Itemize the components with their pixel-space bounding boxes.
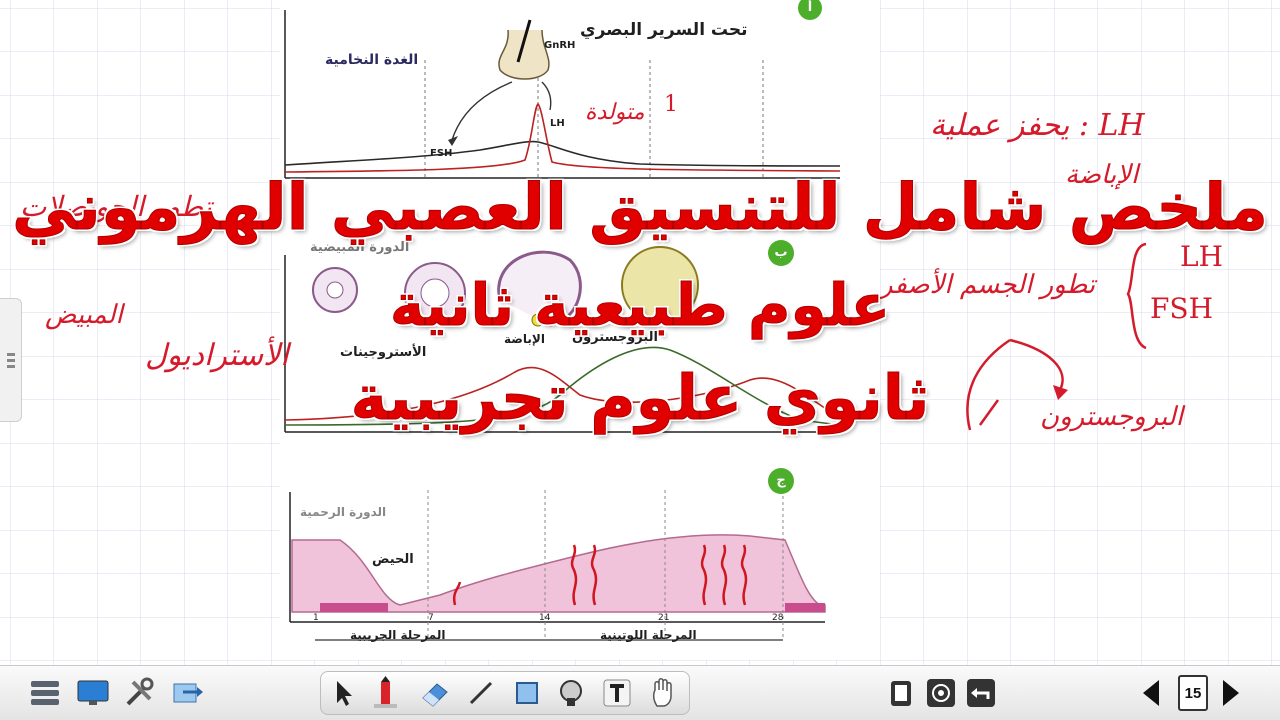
page-number-indicator[interactable]: 15 [1178,675,1208,711]
day-tick-21: 21 [658,613,670,623]
undo-button[interactable] [962,674,1000,712]
brace-mark [1126,242,1147,350]
select-tool-button[interactable] [324,674,362,712]
hypothalamus-label: تحت السرير البصري [580,20,748,40]
menstrual-cycle-diagram: أ ب ج تحت السرير البصري الغدة النخامية G… [280,0,880,660]
fill-icon [560,680,582,706]
day-tick-1: 1 [313,613,319,623]
fsh-label: FSH [430,148,453,159]
estrogens-label: الأستروجينات [340,345,427,360]
text-icon [603,679,631,707]
previous-page-button[interactable] [1132,674,1170,712]
hand-icon [652,678,672,707]
corpus-luteum [621,246,699,324]
cursor-icon [337,681,352,706]
menu-icon [31,681,59,705]
chevron-left-icon [1143,680,1159,706]
luteal-phase-label: المرحلة اللوتينية [600,628,697,642]
lh-label: LH [550,118,565,129]
uterine-cycle-label: الدورة الرحمية [300,505,387,519]
menstruation-label: الحيض [372,552,414,567]
annotation-mark: 1 [664,92,678,117]
transfer-button[interactable] [168,674,206,712]
grip-icon [7,353,15,368]
panel-b-badge: ب [768,240,794,266]
arrow-marks [966,338,1068,431]
annotation-follicles: تطور الحويصلات [20,190,212,223]
eraser-icon [422,683,448,707]
trash-icon [891,681,911,706]
delete-button[interactable] [882,674,920,712]
chevron-right-icon [1223,680,1239,706]
annotation-estradiol: الأستراديول [145,338,289,373]
ovulation-label: الإباضة [504,332,545,346]
shape-tool-button[interactable] [508,674,546,712]
panel-c-badge: ج [768,468,794,494]
pan-tool-button[interactable] [644,674,682,712]
fill-tool-button[interactable] [552,674,590,712]
annotation-ovary: المبيض [45,300,123,330]
annotation-fsh2: FSH [1150,292,1214,325]
gnrh-label: GnRH [544,40,576,51]
side-panel-handle[interactable] [0,298,22,422]
whiteboard-toolbar: 15 [0,665,1280,720]
rectangle-icon [516,682,538,704]
tools-icon [126,677,154,706]
settings-button[interactable] [922,674,960,712]
line-tool-button[interactable] [462,674,500,712]
text-tool-button[interactable] [598,674,636,712]
pituitary-label: الغدة النخامية [325,52,419,68]
next-page-button[interactable] [1212,674,1250,712]
ovarian-cycle-label: الدورة المبيضية [310,240,410,255]
menu-button[interactable] [26,674,64,712]
pen-tool-button[interactable] [366,674,404,712]
annotation-progesterone: البروجسترون [1040,402,1183,432]
undo-icon [967,679,995,707]
tools-button[interactable] [120,674,158,712]
annotation-lh2: LH [1180,240,1224,273]
annotation-peak: متولدة [585,100,645,125]
annotation-lh-role: LH : يحفز عملية [930,108,1145,143]
target-icon [927,679,955,707]
monitor-icon [77,680,109,705]
progesterone-label: البروجسترون [572,330,658,345]
eraser-tool-button[interactable] [416,674,454,712]
day-tick-28: 28 [772,613,784,623]
follicular-phase-label: المرحلة الجريبية [350,628,446,642]
pen-icon [374,676,397,708]
annotation-ovulation: الإباضة [1065,160,1139,190]
annotation-corpus-luteum: تطور الجسم الأصفر [880,270,1096,300]
day-tick-7: 7 [428,613,434,623]
line-icon [469,681,493,705]
day-tick-14: 14 [539,613,551,623]
display-button[interactable] [74,674,112,712]
transfer-icon [173,683,203,703]
